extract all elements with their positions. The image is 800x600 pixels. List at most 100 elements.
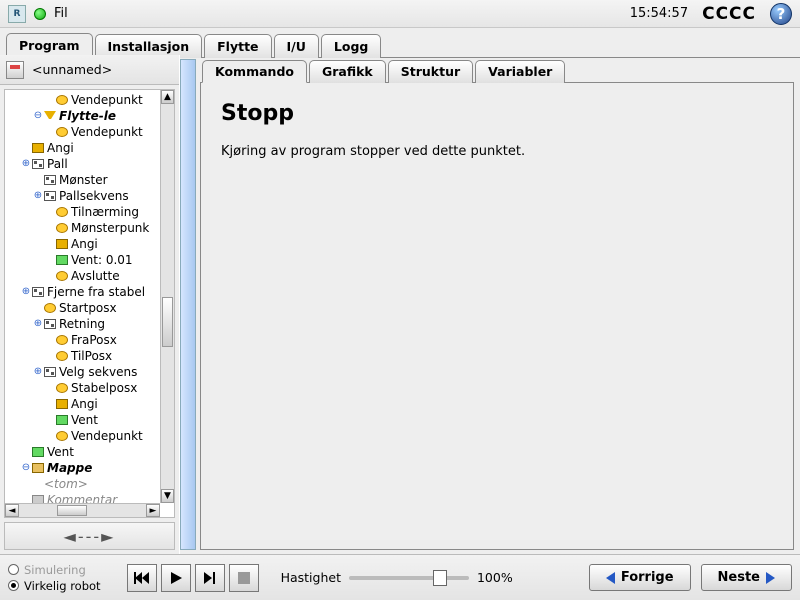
tree-node[interactable]: Angi bbox=[9, 396, 160, 412]
radio-icon bbox=[8, 564, 19, 575]
tree-horizontal-scrollbar[interactable]: ◄ ► bbox=[5, 503, 160, 517]
tab-variabler[interactable]: Variabler bbox=[475, 60, 565, 83]
previous-button[interactable]: Forrige bbox=[589, 564, 691, 591]
tree-vertical-scrollbar[interactable]: ▲ ▼ bbox=[160, 90, 174, 503]
tab-grafikk[interactable]: Grafikk bbox=[309, 60, 386, 83]
tree-node[interactable]: Kommentar bbox=[9, 492, 160, 503]
scroll-left-icon[interactable]: ◄ bbox=[5, 504, 19, 517]
step-button[interactable] bbox=[195, 564, 225, 592]
tree-node[interactable]: ⊖Mappe bbox=[9, 460, 160, 476]
tree-toggle-icon[interactable]: ⊕ bbox=[21, 284, 31, 300]
tree-node[interactable]: Vendepunkt bbox=[9, 92, 160, 108]
program-tree[interactable]: Vendepunkt⊖Flytte-leVendepunktAngi⊕PallM… bbox=[4, 89, 175, 518]
tree-node-label: Vendepunkt bbox=[71, 428, 143, 444]
tree-toggle-icon[interactable]: ⊕ bbox=[33, 316, 43, 332]
tree-node[interactable]: FraPosx bbox=[9, 332, 160, 348]
tree-node[interactable]: Angi bbox=[9, 140, 160, 156]
tree-node[interactable]: ⊕ Fjerne fra stabel bbox=[9, 284, 160, 300]
reorder-handle[interactable]: ◄---► bbox=[4, 522, 175, 550]
bottom-bar: Simulering Virkelig robot Hastighet 100%… bbox=[0, 554, 800, 600]
cmd-icon bbox=[44, 367, 56, 377]
tree-node[interactable]: Stabelposx bbox=[9, 380, 160, 396]
scroll-down-icon[interactable]: ▼ bbox=[161, 489, 174, 503]
wait-icon bbox=[56, 255, 68, 265]
mode-real-robot[interactable]: Virkelig robot bbox=[8, 579, 101, 593]
main-tabs: Program Installasjon Flytte I/U Logg bbox=[0, 28, 800, 58]
tree-node[interactable]: ⊖Flytte-le bbox=[9, 108, 160, 124]
tree-node[interactable]: Mønster bbox=[9, 172, 160, 188]
tree-node[interactable]: ⊕ Velg sekvens bbox=[9, 364, 160, 380]
tree-node[interactable]: Avslutte bbox=[9, 268, 160, 284]
tree-node-label: Mønster bbox=[59, 172, 108, 188]
help-button[interactable]: ? bbox=[770, 3, 792, 25]
cmd-icon bbox=[44, 175, 56, 185]
mode-simulation[interactable]: Simulering bbox=[8, 563, 101, 577]
mode-simulation-label: Simulering bbox=[24, 563, 86, 577]
tree-node-label: Angi bbox=[47, 140, 74, 156]
tree-node[interactable]: ⊕Pallsekvens bbox=[9, 188, 160, 204]
save-icon[interactable] bbox=[6, 61, 24, 79]
status-text: CCCC bbox=[702, 4, 756, 24]
tree-node[interactable]: Tilnærming bbox=[9, 204, 160, 220]
tree-node-label: Tilnærming bbox=[71, 204, 139, 220]
arrow-right-icon bbox=[766, 572, 775, 584]
tree-node[interactable]: Vendepunkt bbox=[9, 124, 160, 140]
move-icon bbox=[44, 111, 56, 121]
tree-node[interactable]: Angi bbox=[9, 236, 160, 252]
speed-label: Hastighet bbox=[281, 570, 341, 585]
app-logo: R bbox=[8, 5, 26, 23]
stop-button[interactable] bbox=[229, 564, 259, 592]
tree-node[interactable]: TilPosx bbox=[9, 348, 160, 364]
tab-kommando[interactable]: Kommando bbox=[202, 60, 307, 83]
set-icon bbox=[56, 399, 68, 409]
set-icon bbox=[56, 239, 68, 249]
mode-real-label: Virkelig robot bbox=[24, 579, 101, 593]
scroll-thumb[interactable] bbox=[57, 505, 87, 516]
tree-node[interactable]: <tom> bbox=[9, 476, 160, 492]
rewind-button[interactable] bbox=[127, 564, 157, 592]
tree-node-label: Velg sekvens bbox=[59, 364, 137, 380]
cmd-icon bbox=[44, 319, 56, 329]
way-icon bbox=[56, 207, 68, 217]
way-icon bbox=[56, 383, 68, 393]
scroll-thumb[interactable] bbox=[162, 297, 173, 347]
command-panel: Stopp Kjøring av program stopper ved det… bbox=[200, 82, 794, 550]
tree-node-label: Fjerne fra stabel bbox=[47, 284, 145, 300]
tree-node[interactable]: Vent bbox=[9, 412, 160, 428]
transport-controls bbox=[127, 564, 259, 592]
tree-toggle-icon[interactable]: ⊕ bbox=[21, 156, 31, 172]
tree-node[interactable]: Vent: 0.01 bbox=[9, 252, 160, 268]
tree-node-label: Avslutte bbox=[71, 268, 120, 284]
tree-node[interactable]: Vent bbox=[9, 444, 160, 460]
tree-node[interactable]: ⊕ Pall bbox=[9, 156, 160, 172]
tree-node-label: Angi bbox=[71, 396, 98, 412]
tree-node-label: Vent bbox=[47, 444, 74, 460]
tree-toggle-icon[interactable]: ⊕ bbox=[33, 188, 43, 204]
arrow-left-icon bbox=[606, 572, 615, 584]
next-label: Neste bbox=[718, 570, 760, 585]
scroll-up-icon[interactable]: ▲ bbox=[161, 90, 174, 104]
menu-file[interactable]: Fil bbox=[54, 6, 68, 21]
next-button[interactable]: Neste bbox=[701, 564, 792, 591]
position-gutter[interactable] bbox=[180, 59, 196, 550]
tree-toggle-icon[interactable]: ⊖ bbox=[33, 108, 43, 124]
speed-slider[interactable] bbox=[349, 576, 469, 580]
tree-toggle-icon[interactable]: ⊖ bbox=[21, 460, 31, 476]
tree-node-label: Vendepunkt bbox=[71, 124, 143, 140]
scroll-right-icon[interactable]: ► bbox=[146, 504, 160, 517]
tree-node-label: Pall bbox=[47, 156, 68, 172]
tree-node[interactable]: Vendepunkt bbox=[9, 428, 160, 444]
way-icon bbox=[56, 95, 68, 105]
way-icon bbox=[56, 431, 68, 441]
tree-node[interactable]: Startposx bbox=[9, 300, 160, 316]
cmd-icon bbox=[44, 191, 56, 201]
stop-icon bbox=[238, 572, 250, 584]
tree-toggle-icon[interactable]: ⊕ bbox=[33, 364, 43, 380]
way-icon bbox=[56, 335, 68, 345]
tree-node[interactable]: ⊕Retning bbox=[9, 316, 160, 332]
play-button[interactable] bbox=[161, 564, 191, 592]
tree-node[interactable]: Mønsterpunk bbox=[9, 220, 160, 236]
status-indicator-icon bbox=[34, 8, 46, 20]
tree-node-label: Vent: 0.01 bbox=[71, 252, 133, 268]
tab-struktur[interactable]: Struktur bbox=[388, 60, 473, 83]
